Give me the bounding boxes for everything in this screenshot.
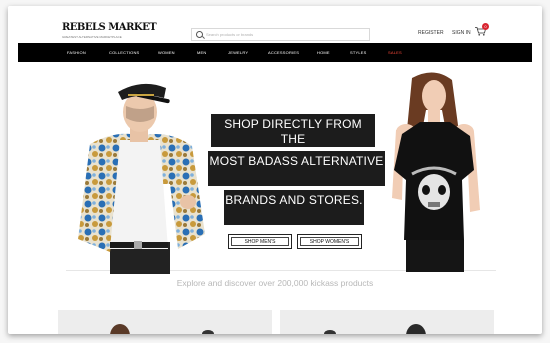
site-logo[interactable]: REBELS MARKET GREATEST ALTERNATIVE MARKE… [62,22,157,39]
signin-link[interactable]: SIGN IN [452,30,471,36]
male-model-image [78,83,205,274]
button-frame [231,237,289,246]
tagline-text: Explore and discover over 200,000 kickas… [176,278,374,288]
hero-headline-line1: SHOP DIRECTLY FROM THE [211,114,375,147]
nav-item-sales[interactable]: SALES [388,50,402,55]
hero-headline-line3: BRANDS AND STORES. [224,190,364,225]
logo-text: REBELS MARKET [62,22,157,33]
search-input[interactable] [206,30,356,39]
thumbnail-image [324,324,426,334]
nav-item-men[interactable]: MEN [197,50,207,55]
nav-item-styles[interactable]: STYLES [350,50,367,55]
nav-item-accessories[interactable]: ACCESSORIES [268,50,299,55]
nav-item-jewelry[interactable]: JEWELRY [228,50,248,55]
category-thumbnail[interactable] [58,310,272,334]
shop-womens-button[interactable]: SHOP WOMEN'S [297,234,362,249]
main-nav: FASHION COLLECTIONS WOMEN MEN JEWELRY AC… [18,43,532,62]
register-link[interactable]: REGISTER [418,30,444,36]
shop-mens-button[interactable]: SHOP MEN'S [228,234,292,249]
nav-item-home[interactable]: HOME [317,50,330,55]
nav-item-women[interactable]: WOMEN [158,50,175,55]
search-icon[interactable] [196,31,203,38]
cart-count-badge: 0 [482,23,489,30]
button-frame [300,237,359,246]
logo-tagline: GREATEST ALTERNATIVE MARKETPLACE [62,35,122,39]
hero-headline-line2: MOST BADASS ALTERNATIVE [208,151,385,186]
browser-page: REBELS MARKET GREATEST ALTERNATIVE MARKE… [8,6,542,334]
female-model-image [392,72,480,272]
nav-item-fashion[interactable]: FASHION [67,50,86,55]
category-thumbnail[interactable] [280,310,494,334]
thumbnail-image [110,324,214,334]
cart-button[interactable]: 0 [475,23,489,37]
search-bar[interactable] [191,28,370,41]
nav-item-collections[interactable]: COLLECTIONS [109,50,139,55]
site-header: REBELS MARKET GREATEST ALTERNATIVE MARKE… [8,6,542,42]
